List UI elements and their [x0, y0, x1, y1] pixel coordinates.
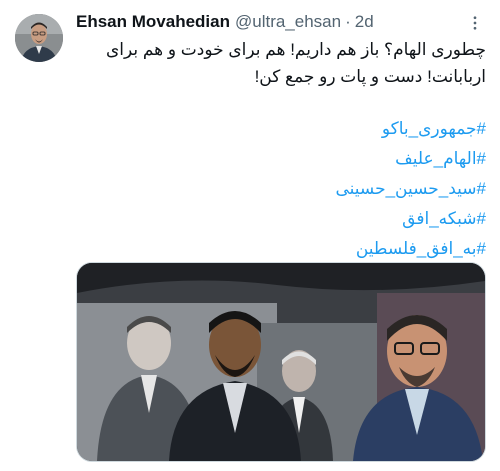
- tweet-text: چطوری الهام؟ باز هم داریم! هم برای خودت …: [76, 36, 486, 90]
- header-separator: ·: [345, 12, 351, 31]
- tweet-timestamp[interactable]: 2d: [355, 11, 374, 33]
- hashtag-list: #جمهوری_باکو #الهام_علیف #سید_حسین_حسینی…: [76, 114, 486, 264]
- tweet-media-photo[interactable]: [76, 262, 486, 462]
- hashtag-link[interactable]: #سید_حسین_حسینی: [76, 174, 486, 204]
- tweet-header: Ehsan Movahedian @ultra_ehsan · 2d: [76, 11, 456, 35]
- hashtag-link[interactable]: #الهام_علیف: [76, 144, 486, 174]
- hashtag-link[interactable]: #شبکه_افق: [76, 204, 486, 234]
- tweet-text-line: اربابانت! دست و پات رو جمع کن!: [254, 67, 486, 86]
- hashtag-link[interactable]: #به_افق_فلسطین: [76, 234, 486, 264]
- avatar-image: [15, 14, 63, 62]
- more-options-button[interactable]: [464, 12, 486, 34]
- hashtag-link[interactable]: #جمهوری_باکو: [76, 114, 486, 144]
- author-handle[interactable]: @ultra_ehsan: [235, 11, 341, 33]
- tweet-text-line: چطوری الهام؟ باز هم داریم! هم برای خودت …: [105, 40, 486, 59]
- author-name[interactable]: Ehsan Movahedian: [76, 11, 230, 33]
- selfie-photo: [77, 263, 485, 461]
- avatar[interactable]: [15, 14, 63, 62]
- tweet-card[interactable]: Ehsan Movahedian @ultra_ehsan · 2d چطوری…: [0, 0, 500, 471]
- more-vertical-icon: [473, 16, 477, 30]
